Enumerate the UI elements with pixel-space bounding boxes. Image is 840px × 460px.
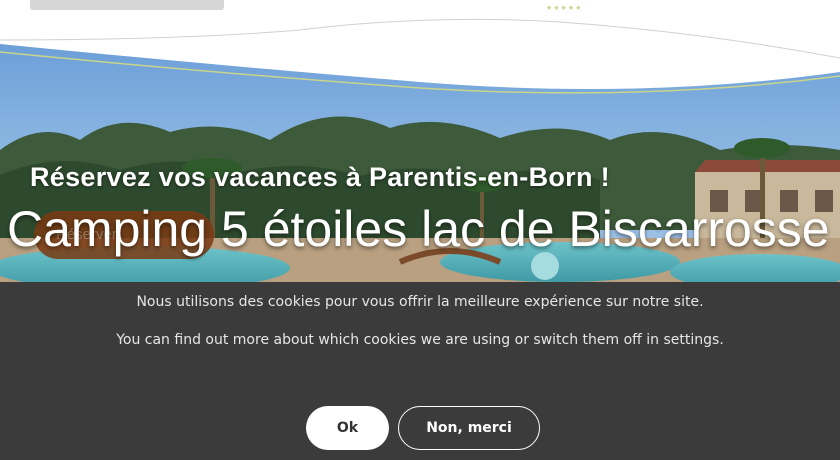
cookie-message: Nous utilisons des cookies pour vous off…	[136, 294, 704, 310]
hero-title: Camping 5 étoiles lac de Biscarrosse	[7, 201, 830, 257]
cookie-accept-button[interactable]: Ok	[306, 406, 389, 450]
cookie-settings-message: You can find out more about which cookie…	[116, 332, 724, 348]
cookie-banner: Nous utilisons des cookies pour vous off…	[0, 282, 840, 460]
site-logo[interactable]: ★★★★★	[544, 0, 600, 14]
menu-bar-stub[interactable]	[30, 0, 224, 10]
cookie-decline-button[interactable]: Non, merci	[398, 406, 540, 450]
hero-banner: ★★★★★ Réservez vos vacances à Parentis-e…	[0, 0, 840, 290]
hero-subtitle: Réservez vos vacances à Parentis-en-Born…	[30, 162, 610, 192]
rating-stars-icon: ★★★★★	[546, 4, 583, 12]
